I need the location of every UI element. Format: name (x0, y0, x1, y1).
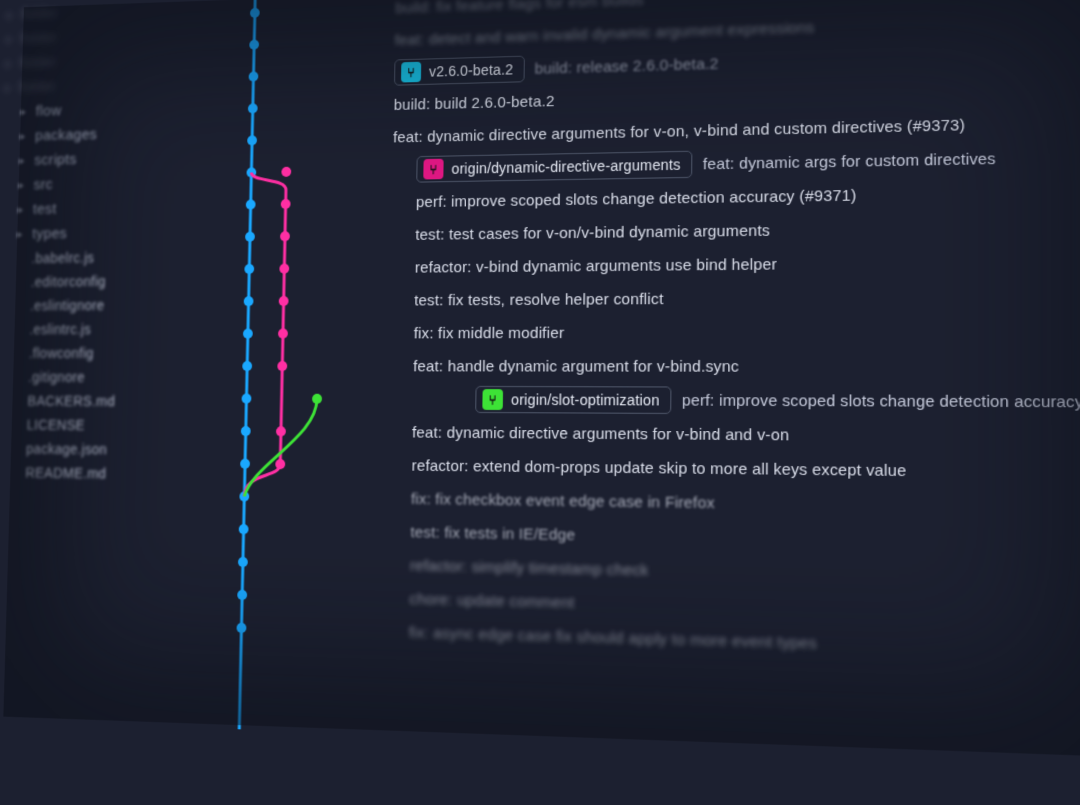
chevron-right-icon: ▸ (20, 130, 30, 143)
tree-folder[interactable]: ▸ src (2, 169, 213, 197)
tree-file[interactable]: README.md (0, 460, 206, 487)
branch-tag[interactable]: ⑂ origin/slot-optimization (475, 386, 671, 414)
file-tree[interactable]: ▸folder▸folder▸folder▸folder▸folder▸flow… (0, 0, 222, 765)
tree-folder[interactable]: ▸ test (1, 194, 212, 222)
commit-message: feat: dynamic directive arguments for v-… (412, 424, 789, 445)
tree-label: flow (35, 102, 61, 119)
tree-file[interactable]: .editorconfig (0, 268, 211, 294)
commit-row[interactable]: feat: handle dynamic argument for v-bind… (379, 349, 1080, 384)
commit-row[interactable]: refactor: v-bind dynamic arguments use b… (381, 244, 1080, 284)
chevron-right-icon: ▸ (19, 179, 29, 192)
commit-message: perf: improve scoped slots change detect… (416, 186, 857, 210)
commit-message: refactor: simplify timestamp check (410, 557, 649, 580)
tree-file[interactable]: LICENSE (0, 413, 207, 438)
branch-icon: ⑂ (401, 62, 421, 83)
commit-message: fix: fix middle modifier (414, 324, 565, 342)
tree-label: test (33, 201, 57, 218)
commit-message: refactor: extend dom-props update skip t… (411, 457, 906, 480)
branch-label: v2.6.0-beta.2 (429, 61, 513, 80)
chevron-right-icon: ▸ (21, 105, 31, 118)
commit-message: perf: improve scoped slots change detect… (682, 391, 1080, 411)
tree-label: scripts (34, 151, 77, 169)
commit-message: build: build 2.6.0-beta.2 (394, 92, 555, 113)
commit-message: feat: handle dynamic argument for v-bind… (413, 357, 739, 375)
tree-file[interactable]: .eslintrc.js (0, 317, 210, 342)
app-root: ▸folder▸folder▸folder▸folder▸folder▸flow… (0, 0, 1080, 805)
commit-message: fix: async edge case fix should apply to… (409, 623, 817, 652)
commit-message: feat: dynamic args for custom directives (703, 150, 996, 173)
commit-message: test: fix tests, resolve helper conflict (414, 290, 663, 309)
tree-file[interactable]: .eslintignore (0, 292, 210, 317)
chevron-right-icon: ▸ (17, 228, 27, 241)
branch-label: origin/dynamic-directive-arguments (451, 156, 680, 177)
branch-tag[interactable]: ⑂ origin/dynamic-directive-arguments (416, 151, 692, 183)
tree-label: types (32, 225, 67, 242)
history-panel: build: build 2.6.0-beta.2 build: fix feat… (203, 0, 1080, 801)
branch-icon: ⑂ (423, 159, 443, 180)
branch-tag[interactable]: ⑂ v2.6.0-beta.2 (394, 56, 525, 86)
commit-message: fix: fix checkbox event edge case in Fir… (411, 490, 715, 512)
tree-label: packages (35, 126, 97, 144)
tree-file[interactable]: .flowconfig (0, 341, 209, 365)
commit-row[interactable]: ⑂ origin/slot-optimization perf: improve … (378, 383, 1080, 420)
commit-row[interactable]: test: fix tests, resolve helper conflict (380, 279, 1080, 317)
tree-label: src (33, 176, 53, 193)
commit-message: build: release 2.6.0-beta.2 (534, 55, 718, 78)
chevron-right-icon: ▸ (19, 154, 29, 167)
commit-message: chore: update comment (409, 590, 574, 612)
commit-list[interactable]: build: build 2.6.0-beta.2 build: fix feat… (372, 0, 1080, 801)
commit-message: feat: dynamic directive arguments for v-… (393, 116, 965, 146)
commit-message: feat: detect and warn invalid dynamic ar… (395, 18, 815, 49)
commit-message: test: fix tests in IE/Edge (410, 523, 575, 544)
branch-label: origin/slot-optimization (511, 391, 660, 408)
commit-message: refactor: v-bind dynamic arguments use b… (415, 255, 777, 276)
tree-file[interactable]: .gitignore (0, 365, 208, 389)
tree-file[interactable]: package.json (0, 436, 207, 462)
tree-file[interactable]: BACKERS.md (0, 389, 208, 414)
tree-folder[interactable]: ▸ types (0, 219, 211, 246)
commit-message: test: test cases for v-on/v-bind dynamic… (415, 221, 770, 243)
chevron-right-icon: ▸ (18, 203, 28, 216)
commit-row[interactable]: fix: fix middle modifier (379, 314, 1080, 350)
tree-file[interactable]: .babelrc.js (0, 244, 211, 270)
branch-icon: ⑂ (482, 389, 503, 410)
commit-message: build: fix feature flags for esm builds (395, 0, 644, 17)
commit-graph (203, 0, 386, 772)
